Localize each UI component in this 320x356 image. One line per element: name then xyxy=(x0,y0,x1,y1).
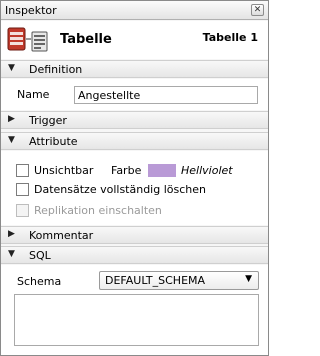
unsichtbar-label[interactable]: Unsichtbar xyxy=(34,164,93,177)
sql-body: Schema DEFAULT_SCHEMA ▼ xyxy=(1,265,268,355)
farbe-label: Farbe xyxy=(111,164,142,177)
replikation-checkbox[interactable] xyxy=(16,204,29,217)
window-title: Inspektor xyxy=(5,4,57,17)
close-icon: ✕ xyxy=(253,5,262,15)
color-swatch[interactable] xyxy=(148,164,176,177)
name-label: Name xyxy=(17,88,50,101)
replikation-label[interactable]: Replikation einschalten xyxy=(34,204,162,217)
expanded-arrow-icon: ▼ xyxy=(8,63,15,73)
schema-label: Schema xyxy=(17,275,62,288)
name-input[interactable]: Angestellte xyxy=(74,86,258,104)
inspector-header: Tabelle Tabelle 1 xyxy=(1,21,268,59)
title-bar: Inspektor ✕ xyxy=(1,1,268,20)
expanded-arrow-icon: ▼ xyxy=(8,249,15,259)
section-sql[interactable]: ▼ SQL xyxy=(1,246,268,264)
collapsed-arrow-icon: ▶ xyxy=(8,114,15,124)
header-title: Tabelle xyxy=(60,32,112,47)
section-label: Trigger xyxy=(29,114,67,127)
section-label: Kommentar xyxy=(29,229,94,242)
section-label: Definition xyxy=(29,63,83,76)
attribute-body: Unsichtbar Farbe Hellviolet Datensätze v… xyxy=(1,151,268,225)
definition-body: Name Angestellte xyxy=(1,79,268,110)
object-name: Tabelle 1 xyxy=(202,31,258,44)
collapsed-arrow-icon: ▶ xyxy=(8,229,15,239)
close-button[interactable]: ✕ xyxy=(251,4,264,16)
inspector-window: Inspektor ✕ Tabelle Tabelle 1 ▼ Definiti… xyxy=(0,0,269,356)
section-kommentar[interactable]: ▶ Kommentar xyxy=(1,226,268,244)
section-trigger[interactable]: ▶ Trigger xyxy=(1,111,268,129)
schema-value: DEFAULT_SCHEMA xyxy=(105,274,206,287)
schema-select[interactable]: DEFAULT_SCHEMA ▼ xyxy=(99,271,259,290)
section-attribute[interactable]: ▼ Attribute xyxy=(1,132,268,150)
datensaetze-label[interactable]: Datensätze vollständig löschen xyxy=(34,183,206,196)
unsichtbar-checkbox[interactable] xyxy=(16,164,29,177)
datensaetze-checkbox[interactable] xyxy=(16,183,29,196)
chevron-down-icon: ▼ xyxy=(245,274,252,284)
section-label: SQL xyxy=(29,249,51,262)
section-definition[interactable]: ▼ Definition xyxy=(1,60,268,78)
color-name: Hellviolet xyxy=(181,164,233,177)
table-icon xyxy=(7,27,48,52)
expanded-arrow-icon: ▼ xyxy=(8,135,15,145)
sql-textarea[interactable] xyxy=(14,294,259,346)
section-label: Attribute xyxy=(29,135,78,148)
